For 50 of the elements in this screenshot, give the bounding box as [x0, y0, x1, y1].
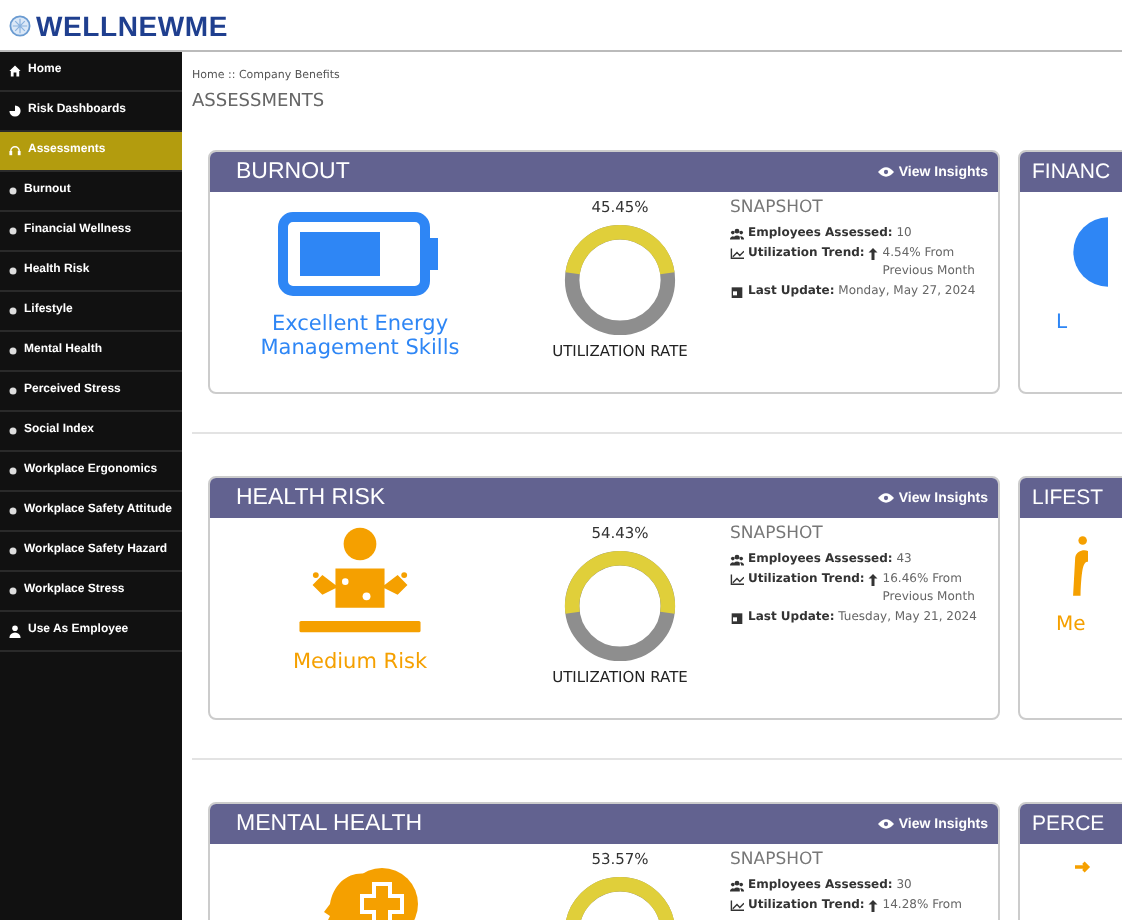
line-chart-icon: [730, 899, 744, 911]
people-icon: [730, 880, 744, 892]
circle-icon: [8, 186, 18, 196]
result-label: Medium Risk: [292, 650, 428, 674]
circle-icon: [8, 506, 18, 516]
circle-icon: [8, 386, 18, 396]
card-title: BURNOUT: [236, 160, 350, 184]
circle-icon: [8, 226, 18, 236]
eye-icon: [878, 492, 895, 504]
line-chart-icon: [730, 573, 744, 585]
eye-icon: [878, 166, 895, 178]
calendar-icon: [730, 285, 744, 297]
card-title: HEALTH RISK: [236, 486, 386, 510]
line-chart-icon: [730, 247, 744, 259]
logo-icon: [8, 13, 32, 37]
headset-icon: [8, 144, 22, 158]
snapshot-title: SNAPSHOT: [730, 198, 825, 218]
circle-icon: [8, 346, 18, 356]
page-title: ASSESSMENTS: [192, 92, 327, 112]
eye-icon: [878, 818, 895, 830]
up-arrow-icon: [868, 247, 879, 259]
up-arrow-icon: [868, 899, 879, 911]
utilization-donut: [562, 222, 678, 338]
circle-icon: [8, 266, 18, 276]
logo-text: WELLNEWME: [36, 9, 229, 41]
result-label: Me: [1056, 614, 1086, 636]
circle-icon: [8, 466, 18, 476]
people-icon: [730, 554, 744, 566]
card-title: PERCE: [1032, 812, 1105, 836]
circle-icon: [8, 546, 18, 556]
people-icon: [730, 228, 744, 240]
figure-icon: [1072, 534, 1088, 598]
arrow-icon: [1072, 860, 1092, 874]
result-label: Excellent Energy Management Skills: [258, 312, 462, 360]
card-title: MENTAL HEALTH: [236, 812, 423, 836]
person-icon: [8, 624, 22, 638]
snapshot-title: SNAPSHOT: [730, 524, 825, 544]
circle-icon: [8, 586, 18, 596]
snapshot-title: SNAPSHOT: [730, 850, 825, 870]
circle-icon: [8, 306, 18, 316]
result-label: L: [1056, 312, 1068, 334]
pie-chart-icon: [8, 104, 22, 118]
calendar-icon: [730, 611, 744, 623]
home-icon: [8, 64, 22, 78]
utilization-donut: [562, 548, 678, 664]
battery-icon: [276, 212, 444, 296]
circle-icon: [8, 426, 18, 436]
card-title: LIFEST: [1032, 486, 1104, 510]
card-title: FINANC: [1032, 160, 1111, 184]
up-arrow-icon: [868, 573, 879, 585]
